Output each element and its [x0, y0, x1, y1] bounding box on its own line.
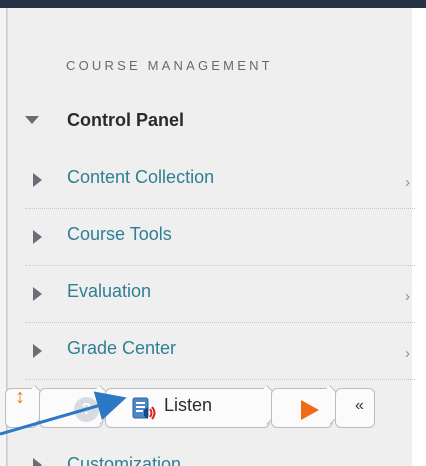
course-menu-screenshot: COURSE MANAGEMENT Control Panel Content …	[0, 0, 426, 466]
annotation-arrow	[0, 391, 127, 436]
